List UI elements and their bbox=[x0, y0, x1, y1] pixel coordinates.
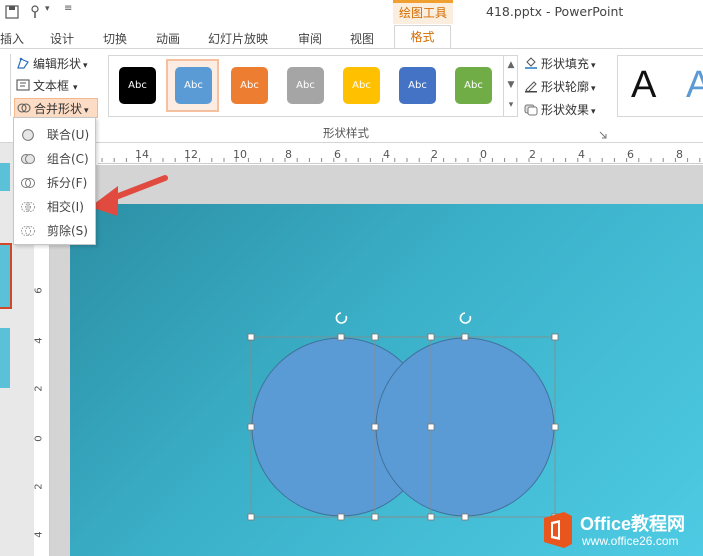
shape-layer bbox=[90, 175, 559, 521]
menu-item-fragment[interactable]: 拆分(F) bbox=[14, 172, 95, 194]
rotate-handles[interactable] bbox=[335, 312, 472, 324]
union-icon bbox=[22, 129, 34, 141]
pointer-arrow bbox=[90, 175, 168, 216]
watermark: Office教程网 www.office26.com bbox=[538, 508, 698, 552]
office-logo-icon bbox=[544, 512, 572, 548]
combine-icon bbox=[21, 154, 35, 164]
fragment-icon bbox=[21, 178, 35, 188]
rotate-icon bbox=[459, 312, 472, 324]
watermark-brand: Office教程网 bbox=[580, 514, 686, 534]
intersect-icon bbox=[21, 202, 35, 212]
subtract-icon bbox=[21, 226, 35, 236]
merge-shapes-menu: 联合(U) 组合(C) 拆分(F) 相交(I) 剪除(S) bbox=[13, 117, 96, 245]
menu-item-subtract[interactable]: 剪除(S) bbox=[14, 220, 95, 242]
watermark-url: www.office26.com bbox=[582, 534, 679, 548]
circle-shape-right[interactable] bbox=[375, 337, 555, 517]
menu-item-union[interactable]: 联合(U) bbox=[14, 124, 95, 146]
rotate-icon bbox=[335, 312, 348, 324]
menu-item-combine[interactable]: 组合(C) bbox=[14, 148, 95, 170]
menu-item-intersect[interactable]: 相交(I) bbox=[14, 196, 95, 218]
